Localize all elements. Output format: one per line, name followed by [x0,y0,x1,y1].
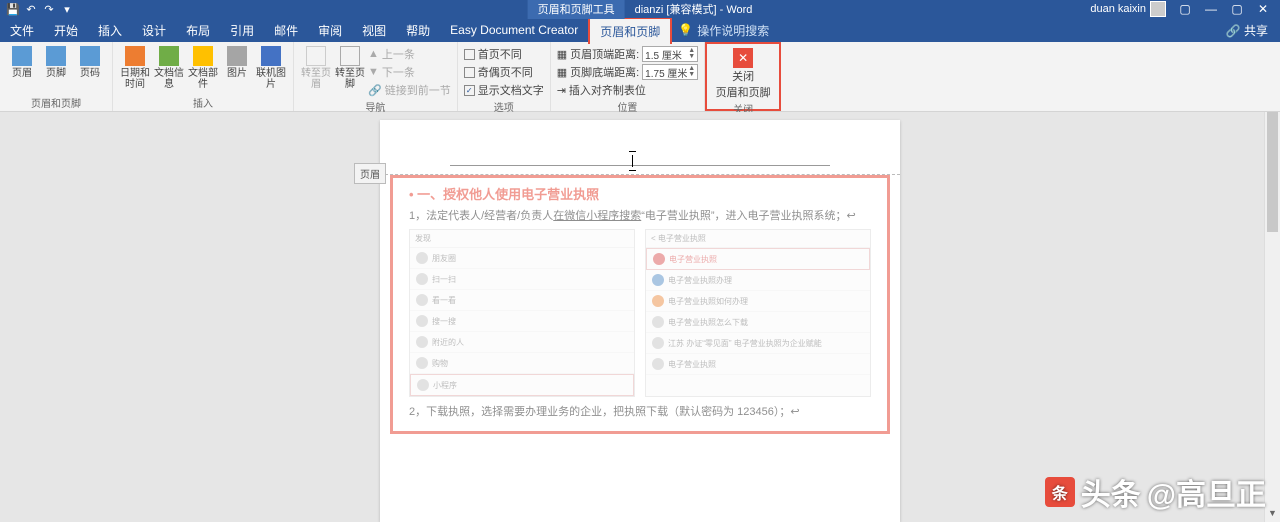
quick-access-toolbar: 💾 ↶ ↷ ▾ [0,2,74,16]
contextual-tab-label: 页眉和页脚工具 [528,0,625,19]
header-indicator-tab: 页眉 [354,163,386,184]
insert-alignment-tab-button[interactable]: ⇥ 插入对齐制表位 [557,82,698,98]
ribbon-tabs: 文件 开始 插入 设计 布局 引用 邮件 审阅 视图 帮助 Easy Docum… [0,18,1280,42]
close-header-footer-button[interactable]: ✕ 关闭 页眉和页脚 [713,46,773,100]
footer-from-bottom-field[interactable]: ▦ 页脚底端距离: 1.75 厘米▲▼ [557,64,698,80]
scroll-thumb[interactable] [1267,112,1278,232]
toutiao-icon: 条 [1045,477,1075,507]
document-workspace[interactable]: 页眉 • 一、授权他人使用电子营业执照 1，法定代表人/经营者/负责人在微信小程… [0,112,1280,522]
show-document-text-checkbox[interactable]: ✓显示文档文字 [464,82,544,98]
qat-more-icon[interactable]: ▾ [60,2,74,16]
avatar [1150,1,1166,17]
group-position: ▦ 页眉顶端距离: 1.5 厘米▲▼ ▦ 页脚底端距离: 1.75 厘米▲▼ ⇥… [551,42,705,111]
redo-icon[interactable]: ↷ [42,2,56,16]
account-user[interactable]: duan kaixin [1090,1,1166,17]
tab-view[interactable]: 视图 [352,18,396,43]
page-header-area[interactable]: 页眉 [380,120,900,175]
tab-review[interactable]: 审阅 [308,18,352,43]
next-section-button: ▼ 下一条 [368,64,451,80]
tab-header-footer-design[interactable]: 页眉和页脚 [588,17,672,44]
tab-mail[interactable]: 邮件 [264,18,308,43]
group-close: ✕ 关闭 页眉和页脚 关闭 [705,42,781,111]
pictures-button[interactable]: 图片 [221,44,253,79]
goto-header-button: 转至页眉 [300,44,332,90]
vertical-scrollbar[interactable]: ▲ ▼ [1264,112,1280,522]
document-page: 页眉 • 一、授权他人使用电子营业执照 1，法定代表人/经营者/负责人在微信小程… [380,120,900,522]
tab-file[interactable]: 文件 [0,18,44,43]
group-header-footer: 页眉 页脚 页码 页眉和页脚 [0,42,113,111]
document-body-dimmed: • 一、授权他人使用电子营业执照 1，法定代表人/经营者/负责人在微信小程序搜索… [390,175,890,434]
different-odd-even-checkbox[interactable]: 奇偶页不同 [464,64,544,80]
link-to-previous-button: 🔗 链接到前一节 [368,82,451,98]
paragraph: 1，法定代表人/经营者/负责人在微信小程序搜索“电子营业执照”，进入电子营业执照… [409,207,871,223]
group-navigation: 转至页眉 转至页脚 ▲ 上一条 ▼ 下一条 🔗 链接到前一节 导航 [294,42,458,111]
tab-references[interactable]: 引用 [220,18,264,43]
heading: • 一、授权他人使用电子营业执照 [409,184,871,203]
header-button[interactable]: 页眉 [6,44,38,79]
tab-insert[interactable]: 插入 [88,18,132,43]
date-time-button[interactable]: 日期和时间 [119,44,151,90]
close-icon: ✕ [733,48,753,68]
tell-me-search[interactable]: 💡 操作说明搜索 [678,22,769,39]
ribbon-options-icon[interactable]: ▢ [1172,2,1198,16]
doc-info-button[interactable]: 文档信息 [153,44,185,90]
document-title: dianzi [兼容模式] - Word [635,1,753,17]
share-button[interactable]: 🔗 共享 [1216,18,1280,43]
footer-button[interactable]: 页脚 [40,44,72,79]
tab-design[interactable]: 设计 [132,18,176,43]
watermark: 条 头条 @高旦正 [1045,470,1266,514]
paragraph: 2，下载执照，选择需要办理业务的企业，把执照下载（默认密码为 123456）；↩ [409,403,871,419]
online-pictures-button[interactable]: 联机图片 [255,44,287,90]
lightbulb-icon: 💡 [678,23,693,37]
close-window-button[interactable]: ✕ [1250,2,1276,16]
scroll-down-icon[interactable]: ▼ [1265,508,1280,522]
tab-easy-document-creator[interactable]: Easy Document Creator [440,19,588,41]
group-options: 首页不同 奇偶页不同 ✓显示文档文字 选项 [458,42,551,111]
text-cursor [632,155,633,167]
quick-parts-button[interactable]: 文档部件 [187,44,219,90]
group-insert: 日期和时间 文档信息 文档部件 图片 联机图片 插入 [113,42,294,111]
save-icon[interactable]: 💾 [6,2,20,16]
phone-right: < 电子营业执照 电子营业执照 电子营业执照办理 电子营业执照如何办理 电子营业… [645,229,871,397]
different-first-page-checkbox[interactable]: 首页不同 [464,46,544,62]
goto-footer-button[interactable]: 转至页脚 [334,44,366,90]
ribbon: 页眉 页脚 页码 页眉和页脚 日期和时间 文档信息 文档部件 图片 联机图片 插… [0,42,1280,112]
page-number-button[interactable]: 页码 [74,44,106,79]
phone-left: 发现 朋友圈 扫一扫 看一看 搜一搜 附近的人 购物 小程序 [409,229,635,397]
minimize-button[interactable]: — [1198,2,1224,16]
tab-help[interactable]: 帮助 [396,18,440,43]
header-from-top-field[interactable]: ▦ 页眉顶端距离: 1.5 厘米▲▼ [557,46,698,62]
previous-section-button: ▲ 上一条 [368,46,451,62]
tab-home[interactable]: 开始 [44,18,88,43]
maximize-button[interactable]: ▢ [1224,2,1250,16]
undo-icon[interactable]: ↶ [24,2,38,16]
tab-layout[interactable]: 布局 [176,18,220,43]
title-bar: 💾 ↶ ↷ ▾ 页眉和页脚工具 dianzi [兼容模式] - Word dua… [0,0,1280,18]
